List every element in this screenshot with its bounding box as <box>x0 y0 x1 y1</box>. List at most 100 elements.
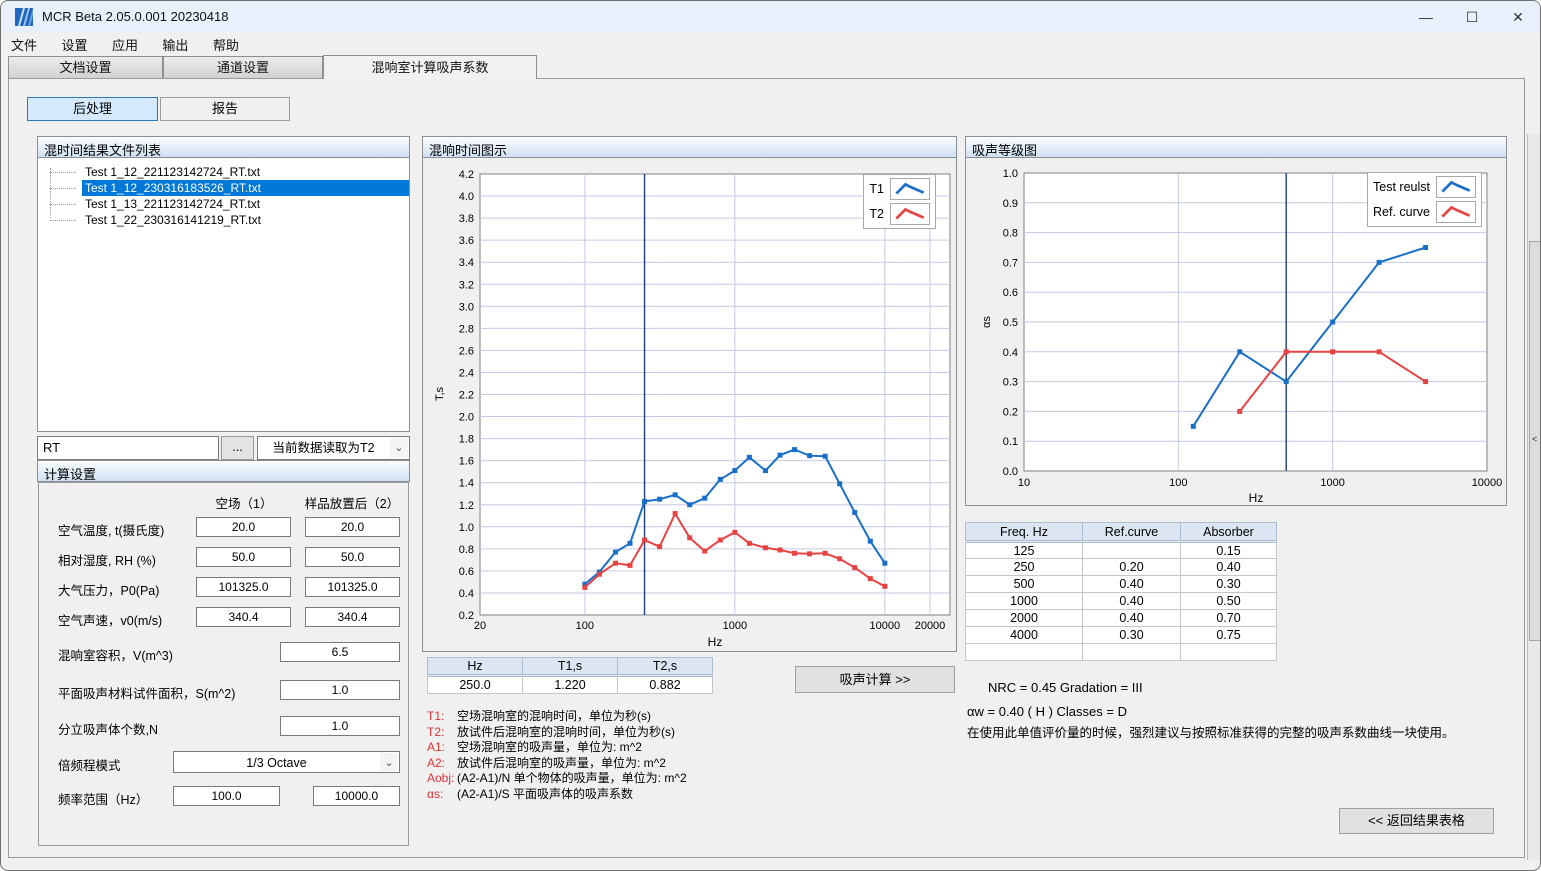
table-row: 2500.200.40 <box>966 559 1277 576</box>
rt-name-input[interactable]: RT <box>37 436 219 460</box>
minimize-button[interactable]: — <box>1403 1 1449 33</box>
file-item-selected[interactable]: Test 1_12_230316183526_RT.txt <box>38 180 409 196</box>
input-freq-max[interactable]: 10000.0 <box>313 786 400 806</box>
grade-chart-title: 吸声等级图 <box>965 136 1507 158</box>
file-item[interactable]: Test 1_13_221123142724_RT.txt <box>38 196 409 212</box>
svg-text:0.5: 0.5 <box>1003 317 1018 329</box>
svg-text:3.8: 3.8 <box>459 213 474 225</box>
svg-text:Hz: Hz <box>708 635 723 649</box>
file-item[interactable]: Test 1_12_221123142724_RT.txt <box>38 164 409 180</box>
file-item[interactable]: Test 1_22_230316141219_RT.txt <box>38 212 409 228</box>
table-row: 250.0 1.220 0.882 <box>428 676 713 694</box>
svg-text:2.0: 2.0 <box>459 412 474 424</box>
svg-text:0.7: 0.7 <box>1003 257 1018 269</box>
svg-text:20000: 20000 <box>915 620 946 632</box>
absorption-table: Freq. Hz Ref.curve Absorber 1250.15 2500… <box>965 522 1277 661</box>
svg-text:1.8: 1.8 <box>459 434 474 446</box>
title-bar: MCR Beta 2.05.0.001 20230418 — ☐ ✕ <box>1 1 1540 33</box>
maximize-button[interactable]: ☐ <box>1449 1 1495 33</box>
input-sample-area[interactable]: 1.0 <box>280 680 400 700</box>
svg-text:100: 100 <box>576 620 594 632</box>
menu-file[interactable]: 文件 <box>1 33 47 56</box>
input-air-temp-1[interactable]: 20.0 <box>196 517 291 537</box>
side-panel-strip: < <box>1527 134 1541 860</box>
label-pressure: 大气压力，P0(Pa) <box>58 580 159 599</box>
aw-result: αw = 0.40 ( H ) Classes = D <box>967 704 1127 719</box>
svg-text:3.2: 3.2 <box>459 279 474 291</box>
close-button[interactable]: ✕ <box>1495 1 1541 33</box>
label-octave-mode: 倍频程模式 <box>58 755 121 774</box>
col-header-empty-room: 空场（1） <box>184 493 304 512</box>
svg-text:2.8: 2.8 <box>459 323 474 335</box>
browse-button[interactable]: ... <box>221 436 254 460</box>
legend-annotations: T1:空场混响室的混响时间，单位为秒(s) T2:放试件后混响室的混响时间，单位… <box>427 709 687 802</box>
chevron-left-icon: < <box>1532 434 1537 444</box>
rt-file-panel-title: 混时间结果文件列表 <box>37 136 410 158</box>
svg-text:20: 20 <box>474 620 486 632</box>
collapse-panel-button[interactable]: < <box>1529 241 1541 641</box>
input-freq-min[interactable]: 100.0 <box>173 786 280 806</box>
input-sound-speed-1[interactable]: 340.4 <box>196 607 291 627</box>
rt-chart[interactable]: 0.20.40.60.81.01.21.41.61.82.02.22.42.62… <box>423 158 956 650</box>
rt-file-panel: 混时间结果文件列表 Test 1_12_221123142724_RT.txt … <box>37 136 410 432</box>
rt-chart-title: 混响时间图示 <box>422 136 957 158</box>
label-air-temp: 空气温度, t(摄氏度) <box>58 520 164 539</box>
input-sound-speed-2[interactable]: 340.4 <box>305 607 400 627</box>
label-freq-range: 频率范围（Hz） <box>58 789 148 808</box>
chevron-down-icon[interactable]: ⌄ <box>390 438 408 458</box>
rt-chart-body[interactable]: 0.20.40.60.81.01.21.41.61.82.02.22.42.62… <box>422 158 957 652</box>
svg-text:4.0: 4.0 <box>459 191 474 203</box>
menu-output[interactable]: 输出 <box>152 33 198 56</box>
menu-settings[interactable]: 设置 <box>51 33 97 56</box>
app-logo-icon <box>15 7 35 27</box>
tab-channel-settings[interactable]: 通道设置 <box>163 56 323 79</box>
svg-text:1.0: 1.0 <box>1003 168 1018 180</box>
grade-chart-body[interactable]: 0.00.10.20.30.40.50.60.70.80.91.01010010… <box>965 158 1507 506</box>
svg-text:0.2: 0.2 <box>1003 406 1018 418</box>
svg-text:0.9: 0.9 <box>1003 198 1018 210</box>
svg-text:0.8: 0.8 <box>1003 228 1018 240</box>
absorption-calc-button[interactable]: 吸声计算 >> <box>795 666 955 693</box>
svg-text:100: 100 <box>1169 477 1187 489</box>
rt-chart-legend: T1 T2 <box>863 174 936 229</box>
svg-text:3.6: 3.6 <box>459 235 474 247</box>
label-room-volume: 混响室容积，V(m^3) <box>58 645 173 664</box>
grade-chart-panel: 吸声等级图 0.00.10.20.30.40.50.60.70.80.91.01… <box>965 136 1507 506</box>
usage-note: 在使用此单值评价量的时候，强烈建议与按照标准获得的完整的吸声系数曲线一块使用。 <box>967 722 1455 741</box>
menu-help[interactable]: 帮助 <box>203 33 249 56</box>
main-content: 后处理 报告 混时间结果文件列表 Test 1_12_221123142724_… <box>8 78 1525 858</box>
t2-curve-icon <box>890 203 930 225</box>
rt-value-table: Hz T1,s T2,s 250.0 1.220 0.882 <box>427 657 713 694</box>
subtab-report[interactable]: 报告 <box>160 97 290 121</box>
data-read-dropdown[interactable]: 当前数据读取为T2 ⌄ <box>257 436 410 460</box>
svg-text:1000: 1000 <box>1320 477 1344 489</box>
input-humidity-1[interactable]: 50.0 <box>196 547 291 567</box>
subtab-postprocess[interactable]: 后处理 <box>27 97 158 121</box>
octave-mode-dropdown[interactable]: 1/3 Octave ⌄ <box>173 751 400 773</box>
input-air-temp-2[interactable]: 20.0 <box>305 517 400 537</box>
table-row <box>966 644 1277 661</box>
svg-text:10000: 10000 <box>870 620 901 632</box>
tab-document-settings[interactable]: 文档设置 <box>8 56 163 79</box>
svg-text:αs: αs <box>981 316 993 328</box>
chevron-down-icon[interactable]: ⌄ <box>380 753 398 771</box>
input-room-volume[interactable]: 6.5 <box>280 642 400 662</box>
calc-settings-title: 计算设置 <box>37 460 410 482</box>
svg-text:1000: 1000 <box>723 620 747 632</box>
tab-reverb-absorption[interactable]: 混响室计算吸声系数 <box>323 55 537 79</box>
svg-text:0.8: 0.8 <box>459 544 474 556</box>
svg-text:3.0: 3.0 <box>459 301 474 313</box>
back-to-results-button[interactable]: << 返回结果表格 <box>1339 808 1494 834</box>
menu-bar: 文件 设置 应用 输出 帮助 <box>1 33 1540 55</box>
input-pressure-2[interactable]: 101325.0 <box>305 577 400 597</box>
input-pressure-1[interactable]: 101325.0 <box>196 577 291 597</box>
svg-text:1.4: 1.4 <box>459 478 474 490</box>
app-window: MCR Beta 2.05.0.001 20230418 — ☐ ✕ 文件 设置… <box>0 0 1541 871</box>
rt-file-list: Test 1_12_221123142724_RT.txt Test 1_12_… <box>37 158 410 432</box>
window-title: MCR Beta 2.05.0.001 20230418 <box>42 9 228 24</box>
svg-text:Hz: Hz <box>1249 491 1264 504</box>
svg-text:2.6: 2.6 <box>459 345 474 357</box>
input-humidity-2[interactable]: 50.0 <box>305 547 400 567</box>
menu-apply[interactable]: 应用 <box>102 33 148 56</box>
input-absorber-count[interactable]: 1.0 <box>280 716 400 736</box>
